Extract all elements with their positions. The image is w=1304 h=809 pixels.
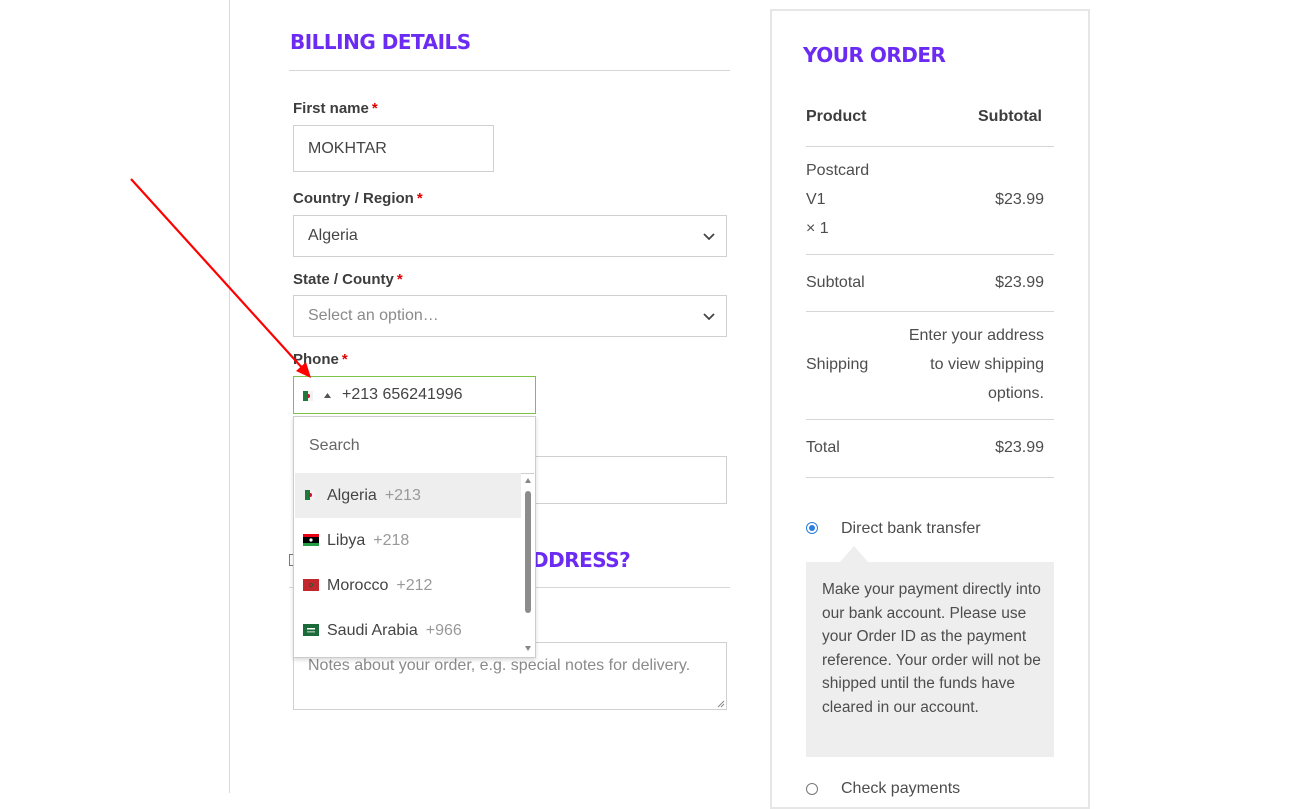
saudi-arabia-flag-icon xyxy=(303,624,319,636)
country-option-code: +213 xyxy=(384,486,421,504)
country-option-name: Libya xyxy=(327,531,366,549)
item-quantity: × 1 xyxy=(806,220,829,237)
shipping-note-line-1: Enter your address xyxy=(908,327,1044,344)
chevron-down-icon xyxy=(703,313,715,321)
order-rule xyxy=(806,254,1054,255)
order-rule xyxy=(806,477,1054,478)
resize-handle-icon[interactable] xyxy=(717,700,725,708)
subtotal-value: $23.99 xyxy=(995,274,1044,291)
item-name-line-1: Postcard xyxy=(806,162,870,179)
payment-description-box: Make your payment directly into our bank… xyxy=(806,562,1054,757)
country-option-saudi-arabia[interactable]: Saudi Arabia +966 xyxy=(295,608,521,653)
country-option-morocco[interactable]: Morocco +212 xyxy=(295,563,521,608)
algeria-flag-icon xyxy=(305,490,315,500)
total-label: Total xyxy=(806,439,840,456)
ship-different-heading: DDRESS? xyxy=(532,548,631,572)
country-option-code: +218 xyxy=(373,531,410,549)
country-search-placeholder: Search xyxy=(309,436,360,454)
billing-title: BILLING DETAILS xyxy=(290,30,471,54)
order-rule xyxy=(806,146,1054,147)
shipping-note-line-2: to view shipping xyxy=(930,356,1044,373)
country-option-code: +966 xyxy=(425,621,462,639)
order-notes-placeholder: Notes about your order, e.g. special not… xyxy=(308,657,691,674)
col-subtotal-header: Subtotal xyxy=(978,108,1042,125)
phone-country-dropdown: Search Algeria +213 Libya +218 Morocco +212… xyxy=(293,416,536,658)
item-price: $23.99 xyxy=(995,191,1044,208)
phone-value: +213 656241996 xyxy=(342,386,463,403)
page-divider xyxy=(229,0,230,793)
scrollbar-thumb[interactable] xyxy=(525,491,531,613)
country-select[interactable]: Algeria xyxy=(293,215,727,257)
order-rule xyxy=(806,311,1054,312)
chevron-down-icon xyxy=(703,233,715,241)
payment-description: Make your payment directly into our bank… xyxy=(822,581,1041,716)
morocco-flag-icon xyxy=(303,579,319,591)
algeria-flag-icon xyxy=(303,391,313,401)
phone-field[interactable]: +213 656241996 xyxy=(293,376,536,414)
state-placeholder: Select an option… xyxy=(308,307,439,324)
scroll-up-icon[interactable] xyxy=(525,478,531,483)
state-select[interactable]: Select an option… xyxy=(293,295,727,337)
order-title: YOUR ORDER xyxy=(803,43,946,67)
payment-option-check[interactable]: Check payments xyxy=(841,780,960,798)
country-option-code: +212 xyxy=(396,576,433,594)
shipping-note-line-3: options. xyxy=(987,385,1044,402)
libya-flag-icon xyxy=(303,534,319,546)
total-value: $23.99 xyxy=(995,439,1044,456)
country-option-name: Saudi Arabia xyxy=(327,621,418,639)
payment-radio-check[interactable] xyxy=(806,783,818,795)
billing-title-rule xyxy=(289,70,730,71)
dropdown-scrollbar[interactable] xyxy=(522,473,534,656)
first-name-value: MOKHTAR xyxy=(308,139,387,157)
annotation-arrow xyxy=(130,178,311,378)
country-option-algeria[interactable]: Algeria +213 xyxy=(295,473,521,518)
col-product-header: Product xyxy=(806,108,867,125)
country-option-libya[interactable]: Libya +218 xyxy=(295,518,521,563)
shipping-label: Shipping xyxy=(806,356,869,373)
first-name-field[interactable]: MOKHTAR xyxy=(293,125,494,172)
country-value: Algeria xyxy=(308,227,358,244)
payment-box-caret xyxy=(840,546,868,562)
caret-up-icon xyxy=(324,393,331,398)
order-rule xyxy=(806,419,1054,420)
country-search-input[interactable]: Search xyxy=(295,418,534,474)
payment-radio-bank-transfer[interactable] xyxy=(806,522,818,534)
item-name-line-2: V1 xyxy=(806,191,826,208)
payment-option-bank-transfer[interactable]: Direct bank transfer xyxy=(841,520,981,538)
country-option-name: Algeria xyxy=(327,486,377,504)
country-option-name: Morocco xyxy=(327,576,389,594)
first-name-label: First name * xyxy=(293,100,378,117)
scroll-down-icon[interactable] xyxy=(525,646,531,651)
subtotal-label: Subtotal xyxy=(806,274,865,291)
